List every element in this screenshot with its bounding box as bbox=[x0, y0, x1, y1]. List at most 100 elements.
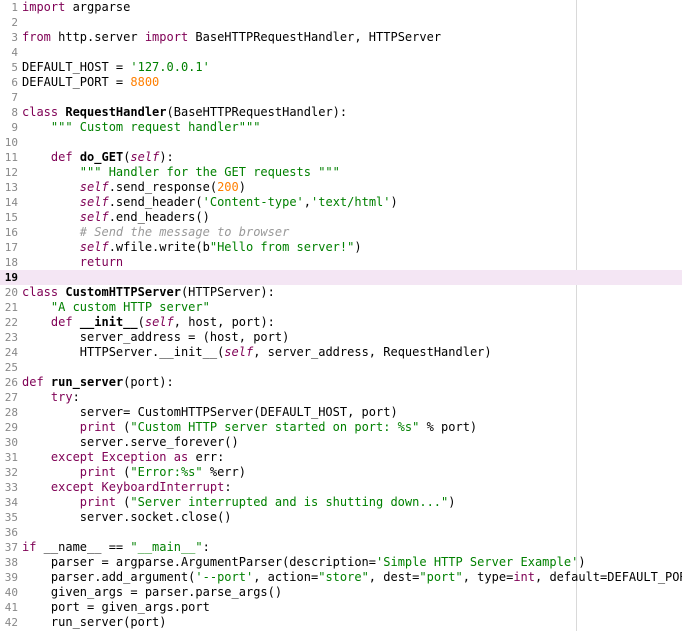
code-line[interactable]: 5 DEFAULT_HOST = '127.0.0.1' bbox=[0, 60, 682, 75]
code-line[interactable]: 9 """ Custom request handler""" bbox=[0, 120, 682, 135]
code-token: argparse bbox=[65, 0, 131, 14]
code-token: __name__ == bbox=[36, 540, 131, 554]
code-line[interactable]: 21 "A custom HTTP server" bbox=[0, 300, 682, 315]
code-line[interactable]: 37 if __name__ == "__main__": bbox=[0, 540, 682, 555]
code-line[interactable]: 38 parser = argparse.ArgumentParser(desc… bbox=[0, 555, 682, 570]
code-token: http.server bbox=[50, 30, 145, 44]
code-text: server_address = (host, port) bbox=[22, 330, 290, 345]
code-token: parser.add_argument( bbox=[22, 570, 196, 584]
code-line[interactable]: 30 server.serve_forever() bbox=[0, 435, 682, 450]
code-token: import bbox=[22, 0, 66, 14]
code-line[interactable]: 22 def __init__(self, host, port): bbox=[0, 315, 682, 330]
code-line[interactable]: 14 self.send_header('Content-type','text… bbox=[0, 195, 682, 210]
code-line[interactable]: 28 server= CustomHTTPServer(DEFAULT_HOST… bbox=[0, 405, 682, 420]
code-line[interactable]: 26 def run_server(port): bbox=[0, 375, 682, 390]
code-token: def bbox=[50, 150, 73, 164]
code-line[interactable]: 8 class RequestHandler(BaseHTTPRequestHan… bbox=[0, 105, 682, 120]
code-lines[interactable]: 1 import argparse 2 3 from http.server impor… bbox=[0, 0, 682, 630]
code-text: parser = argparse.ArgumentParser(descrip… bbox=[22, 555, 586, 570]
code-line[interactable]: 3 from http.server import BaseHTTPRequest… bbox=[0, 30, 682, 45]
code-token: if bbox=[22, 540, 37, 554]
code-line[interactable]: 40 given_args = parser.parse_args() bbox=[0, 585, 682, 600]
code-line[interactable]: 25 bbox=[0, 360, 682, 375]
code-line[interactable]: 24 HTTPServer.__init__(self, server_addr… bbox=[0, 345, 682, 360]
code-token: self bbox=[79, 180, 109, 194]
code-token: except bbox=[50, 480, 95, 494]
code-token: KeyboardInterrupt bbox=[101, 480, 225, 494]
code-text: server= CustomHTTPServer(DEFAULT_HOST, p… bbox=[22, 405, 398, 420]
code-line[interactable]: 39 parser.add_argument('--port', action=… bbox=[0, 570, 682, 585]
code-text: run_server(port) bbox=[22, 615, 167, 630]
code-line[interactable]: 34 print ("Server interrupted and is shu… bbox=[0, 495, 682, 510]
code-line[interactable]: 10 bbox=[0, 135, 682, 150]
line-number: 13 bbox=[4, 181, 18, 194]
code-token: ) bbox=[448, 495, 456, 509]
code-line[interactable]: 41 port = given_args.port bbox=[0, 600, 682, 615]
code-editor[interactable]: 1 import argparse 2 3 from http.server impor… bbox=[0, 0, 682, 631]
code-text: def run_server(port): bbox=[22, 375, 174, 390]
code-token: server.serve_forever() bbox=[22, 435, 239, 449]
line-number: 21 bbox=[4, 301, 18, 314]
code-line[interactable]: 1 import argparse bbox=[0, 0, 682, 15]
code-text: if __name__ == "__main__": bbox=[22, 540, 210, 555]
code-text: class CustomHTTPServer(HTTPServer): bbox=[22, 285, 275, 300]
code-line[interactable]: 13 self.send_response(200) bbox=[0, 180, 682, 195]
code-token: as bbox=[173, 450, 189, 464]
code-token: : bbox=[224, 480, 232, 494]
line-number: 25 bbox=[4, 361, 18, 374]
code-line[interactable]: 12 """ Handler for the GET requests """ bbox=[0, 165, 682, 180]
line-number: 17 bbox=[4, 241, 18, 254]
code-line[interactable]: 11 def do_GET(self): bbox=[0, 150, 682, 165]
code-line[interactable]: 2 bbox=[0, 15, 682, 30]
code-line[interactable]: 6 DEFAULT_PORT = 8800 bbox=[0, 75, 682, 90]
code-token: return bbox=[79, 255, 124, 269]
code-line[interactable]: 7 bbox=[0, 90, 682, 105]
line-number: 2 bbox=[11, 16, 18, 29]
code-line[interactable]: 32 print ("Error:%s" %err) bbox=[0, 465, 682, 480]
code-line[interactable]: 16 # Send the message to browser bbox=[0, 225, 682, 240]
code-token: # Send the message to browser bbox=[79, 225, 290, 239]
code-token: "__main__" bbox=[130, 540, 203, 554]
code-text: print ("Error:%s" %err) bbox=[22, 465, 246, 480]
line-number: 22 bbox=[4, 316, 18, 329]
code-token: class bbox=[22, 105, 59, 119]
code-text: port = given_args.port bbox=[22, 600, 210, 615]
code-token: def bbox=[22, 375, 44, 389]
code-line[interactable]: 15 self.end_headers() bbox=[0, 210, 682, 225]
code-line[interactable]: 31 except Exception as err: bbox=[0, 450, 682, 465]
line-number: 41 bbox=[4, 601, 18, 614]
code-token: self bbox=[79, 240, 109, 254]
code-text: self.end_headers() bbox=[22, 210, 210, 225]
code-token: parser = argparse.ArgumentParser(descrip… bbox=[22, 555, 377, 569]
code-text: given_args = parser.parse_args() bbox=[22, 585, 282, 600]
code-line[interactable]: 17 self.wfile.write(b"Hello from server!… bbox=[0, 240, 682, 255]
code-line[interactable]: 35 server.socket.close() bbox=[0, 510, 682, 525]
code-line[interactable]: 20 class CustomHTTPServer(HTTPServer): bbox=[0, 285, 682, 300]
code-line[interactable]: 29 print ("Custom HTTP server started on… bbox=[0, 420, 682, 435]
code-text: DEFAULT_PORT = 8800 bbox=[22, 75, 159, 90]
code-token: ( bbox=[115, 420, 131, 434]
code-token: server_address = (host, port) bbox=[22, 330, 290, 344]
code-line[interactable]: 4 bbox=[0, 45, 682, 60]
code-token: (HTTPServer): bbox=[180, 285, 275, 299]
code-line[interactable]: 42 run_server(port) bbox=[0, 615, 682, 630]
code-token: run_server(port) bbox=[22, 615, 167, 629]
code-line[interactable]: 27 try: bbox=[0, 390, 682, 405]
code-line[interactable]: 19 bbox=[0, 270, 682, 285]
code-text: """ Custom request handler""" bbox=[22, 120, 261, 135]
code-line[interactable]: 33 except KeyboardInterrupt: bbox=[0, 480, 682, 495]
code-line[interactable]: 36 bbox=[0, 525, 682, 540]
code-line[interactable]: 18 return bbox=[0, 255, 682, 270]
line-number: 3 bbox=[11, 31, 18, 44]
code-line[interactable]: 23 server_address = (host, port) bbox=[0, 330, 682, 345]
line-number: 39 bbox=[4, 571, 18, 584]
